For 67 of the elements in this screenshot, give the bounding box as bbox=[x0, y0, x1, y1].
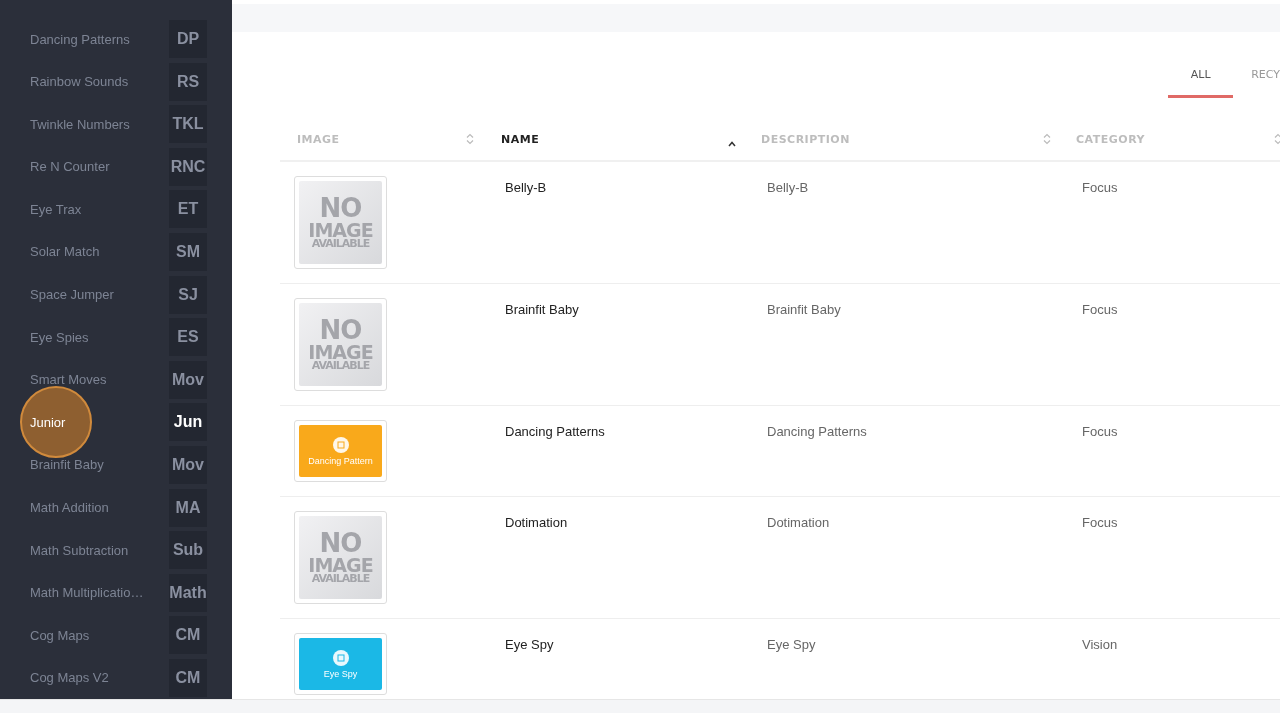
sidebar-item[interactable]: Math Addition bbox=[30, 500, 109, 516]
game-logo-icon bbox=[332, 649, 349, 666]
tab[interactable]: ALL bbox=[1168, 62, 1234, 98]
placeholder-text: IMAGE bbox=[308, 220, 373, 239]
sidebar-item[interactable]: Math Multiplicatio… bbox=[30, 585, 144, 601]
placeholder-text: AVAILABLE bbox=[311, 573, 370, 585]
column-header[interactable]: NAME bbox=[501, 132, 540, 146]
sidebar-abbreviation[interactable]: SJ bbox=[169, 275, 207, 314]
sidebar-abbreviation[interactable]: ET bbox=[169, 190, 207, 229]
description-cell: Dotimation bbox=[767, 515, 830, 530]
category-cell: Focus bbox=[1082, 302, 1118, 317]
sort-icon[interactable] bbox=[1043, 133, 1051, 145]
sidebar-item[interactable]: Junior bbox=[30, 414, 66, 430]
sidebar-item[interactable]: Eye Trax bbox=[30, 201, 82, 217]
sidebar-abbreviation[interactable]: Mov bbox=[169, 445, 207, 484]
sidebar-item[interactable]: Math Subtraction bbox=[30, 542, 129, 558]
sidebar-item[interactable]: Solar Match bbox=[30, 244, 100, 260]
sidebar-item[interactable]: Rainbow Sounds bbox=[30, 74, 129, 90]
sidebar-abbreviation[interactable]: Mov bbox=[169, 360, 207, 399]
placeholder-text: NO bbox=[319, 317, 362, 343]
sort-ascending-icon[interactable] bbox=[728, 141, 736, 147]
description-cell: Belly-B bbox=[767, 180, 809, 195]
sidebar-item[interactable]: Cog Maps V2 bbox=[30, 670, 109, 686]
sidebar-item[interactable]: Dancing Patterns bbox=[30, 31, 130, 47]
sidebar-item[interactable]: Smart Moves bbox=[30, 372, 107, 388]
name-cell: Eye Spy bbox=[505, 637, 554, 652]
name-cell: Belly-B bbox=[505, 180, 547, 195]
sidebar-abbreviation[interactable]: RS bbox=[169, 62, 207, 101]
placeholder-text: AVAILABLE bbox=[311, 238, 370, 250]
placeholder-text: IMAGE bbox=[308, 342, 373, 361]
tab[interactable]: RECY bbox=[1233, 62, 1280, 98]
placeholder-text: AVAILABLE bbox=[311, 360, 370, 372]
tile-label: Dancing Pattern bbox=[308, 455, 373, 466]
name-cell: Dotimation bbox=[505, 515, 568, 530]
name-cell: Brainfit Baby bbox=[505, 302, 579, 317]
category-cell: Vision bbox=[1082, 637, 1118, 652]
sort-icon[interactable] bbox=[466, 133, 474, 145]
description-cell: Brainfit Baby bbox=[767, 302, 841, 317]
sidebar-item[interactable]: Brainfit Baby bbox=[30, 457, 104, 473]
sidebar-abbreviation[interactable]: CM bbox=[169, 616, 207, 655]
sort-icon[interactable] bbox=[1274, 133, 1280, 145]
sidebar-item[interactable]: Cog Maps bbox=[30, 627, 90, 643]
description-cell: Dancing Patterns bbox=[767, 424, 867, 439]
sidebar-abbreviation[interactable]: ES bbox=[169, 318, 207, 357]
sidebar-abbreviation[interactable]: RNC bbox=[169, 147, 207, 186]
tile-label: Eye Spy bbox=[323, 668, 358, 679]
name-cell: Dancing Patterns bbox=[505, 424, 605, 439]
sidebar-item[interactable]: Twinkle Numbers bbox=[30, 116, 130, 132]
category-cell: Focus bbox=[1082, 424, 1118, 439]
sidebar-abbreviation[interactable]: MA bbox=[169, 488, 207, 527]
placeholder-text: IMAGE bbox=[308, 555, 373, 574]
sidebar-abbreviation[interactable]: DP bbox=[169, 20, 207, 58]
sidebar-item[interactable]: Space Jumper bbox=[30, 287, 114, 303]
placeholder-text: NO bbox=[319, 530, 362, 556]
placeholder-text: NO bbox=[319, 195, 362, 221]
sidebar-item[interactable]: Re N Counter bbox=[30, 159, 110, 175]
sidebar-abbreviation[interactable]: TKL bbox=[169, 105, 207, 144]
category-cell: Focus bbox=[1082, 515, 1118, 530]
sidebar-abbreviation[interactable]: Jun bbox=[169, 403, 207, 442]
sidebar-abbreviation[interactable]: Math bbox=[169, 573, 207, 612]
sidebar-abbreviation[interactable]: SM bbox=[169, 232, 207, 271]
game-logo-icon bbox=[332, 436, 349, 453]
sidebar-abbreviation[interactable]: CM bbox=[169, 658, 207, 697]
sidebar-abbreviation[interactable]: Sub bbox=[169, 531, 207, 570]
category-cell: Focus bbox=[1082, 180, 1118, 195]
description-cell: Eye Spy bbox=[767, 637, 816, 652]
sidebar-item[interactable]: Eye Spies bbox=[30, 329, 89, 345]
